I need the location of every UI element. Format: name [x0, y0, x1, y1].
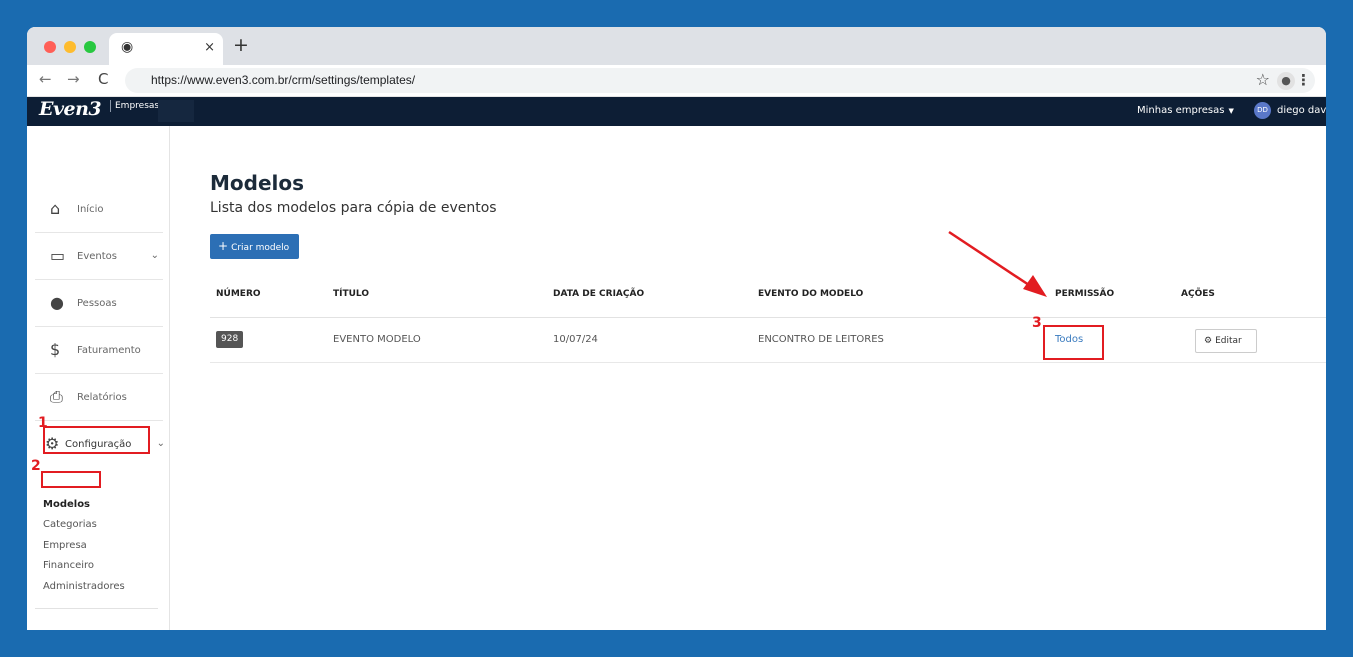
- browser-window: ◉ × + ← → C https://www.even3.com.br/crm…: [27, 27, 1326, 630]
- annotation-arrow: [948, 230, 1047, 297]
- annotation-arrow-head: [1023, 275, 1047, 297]
- annotation-arrow-shaft: [948, 230, 1036, 291]
